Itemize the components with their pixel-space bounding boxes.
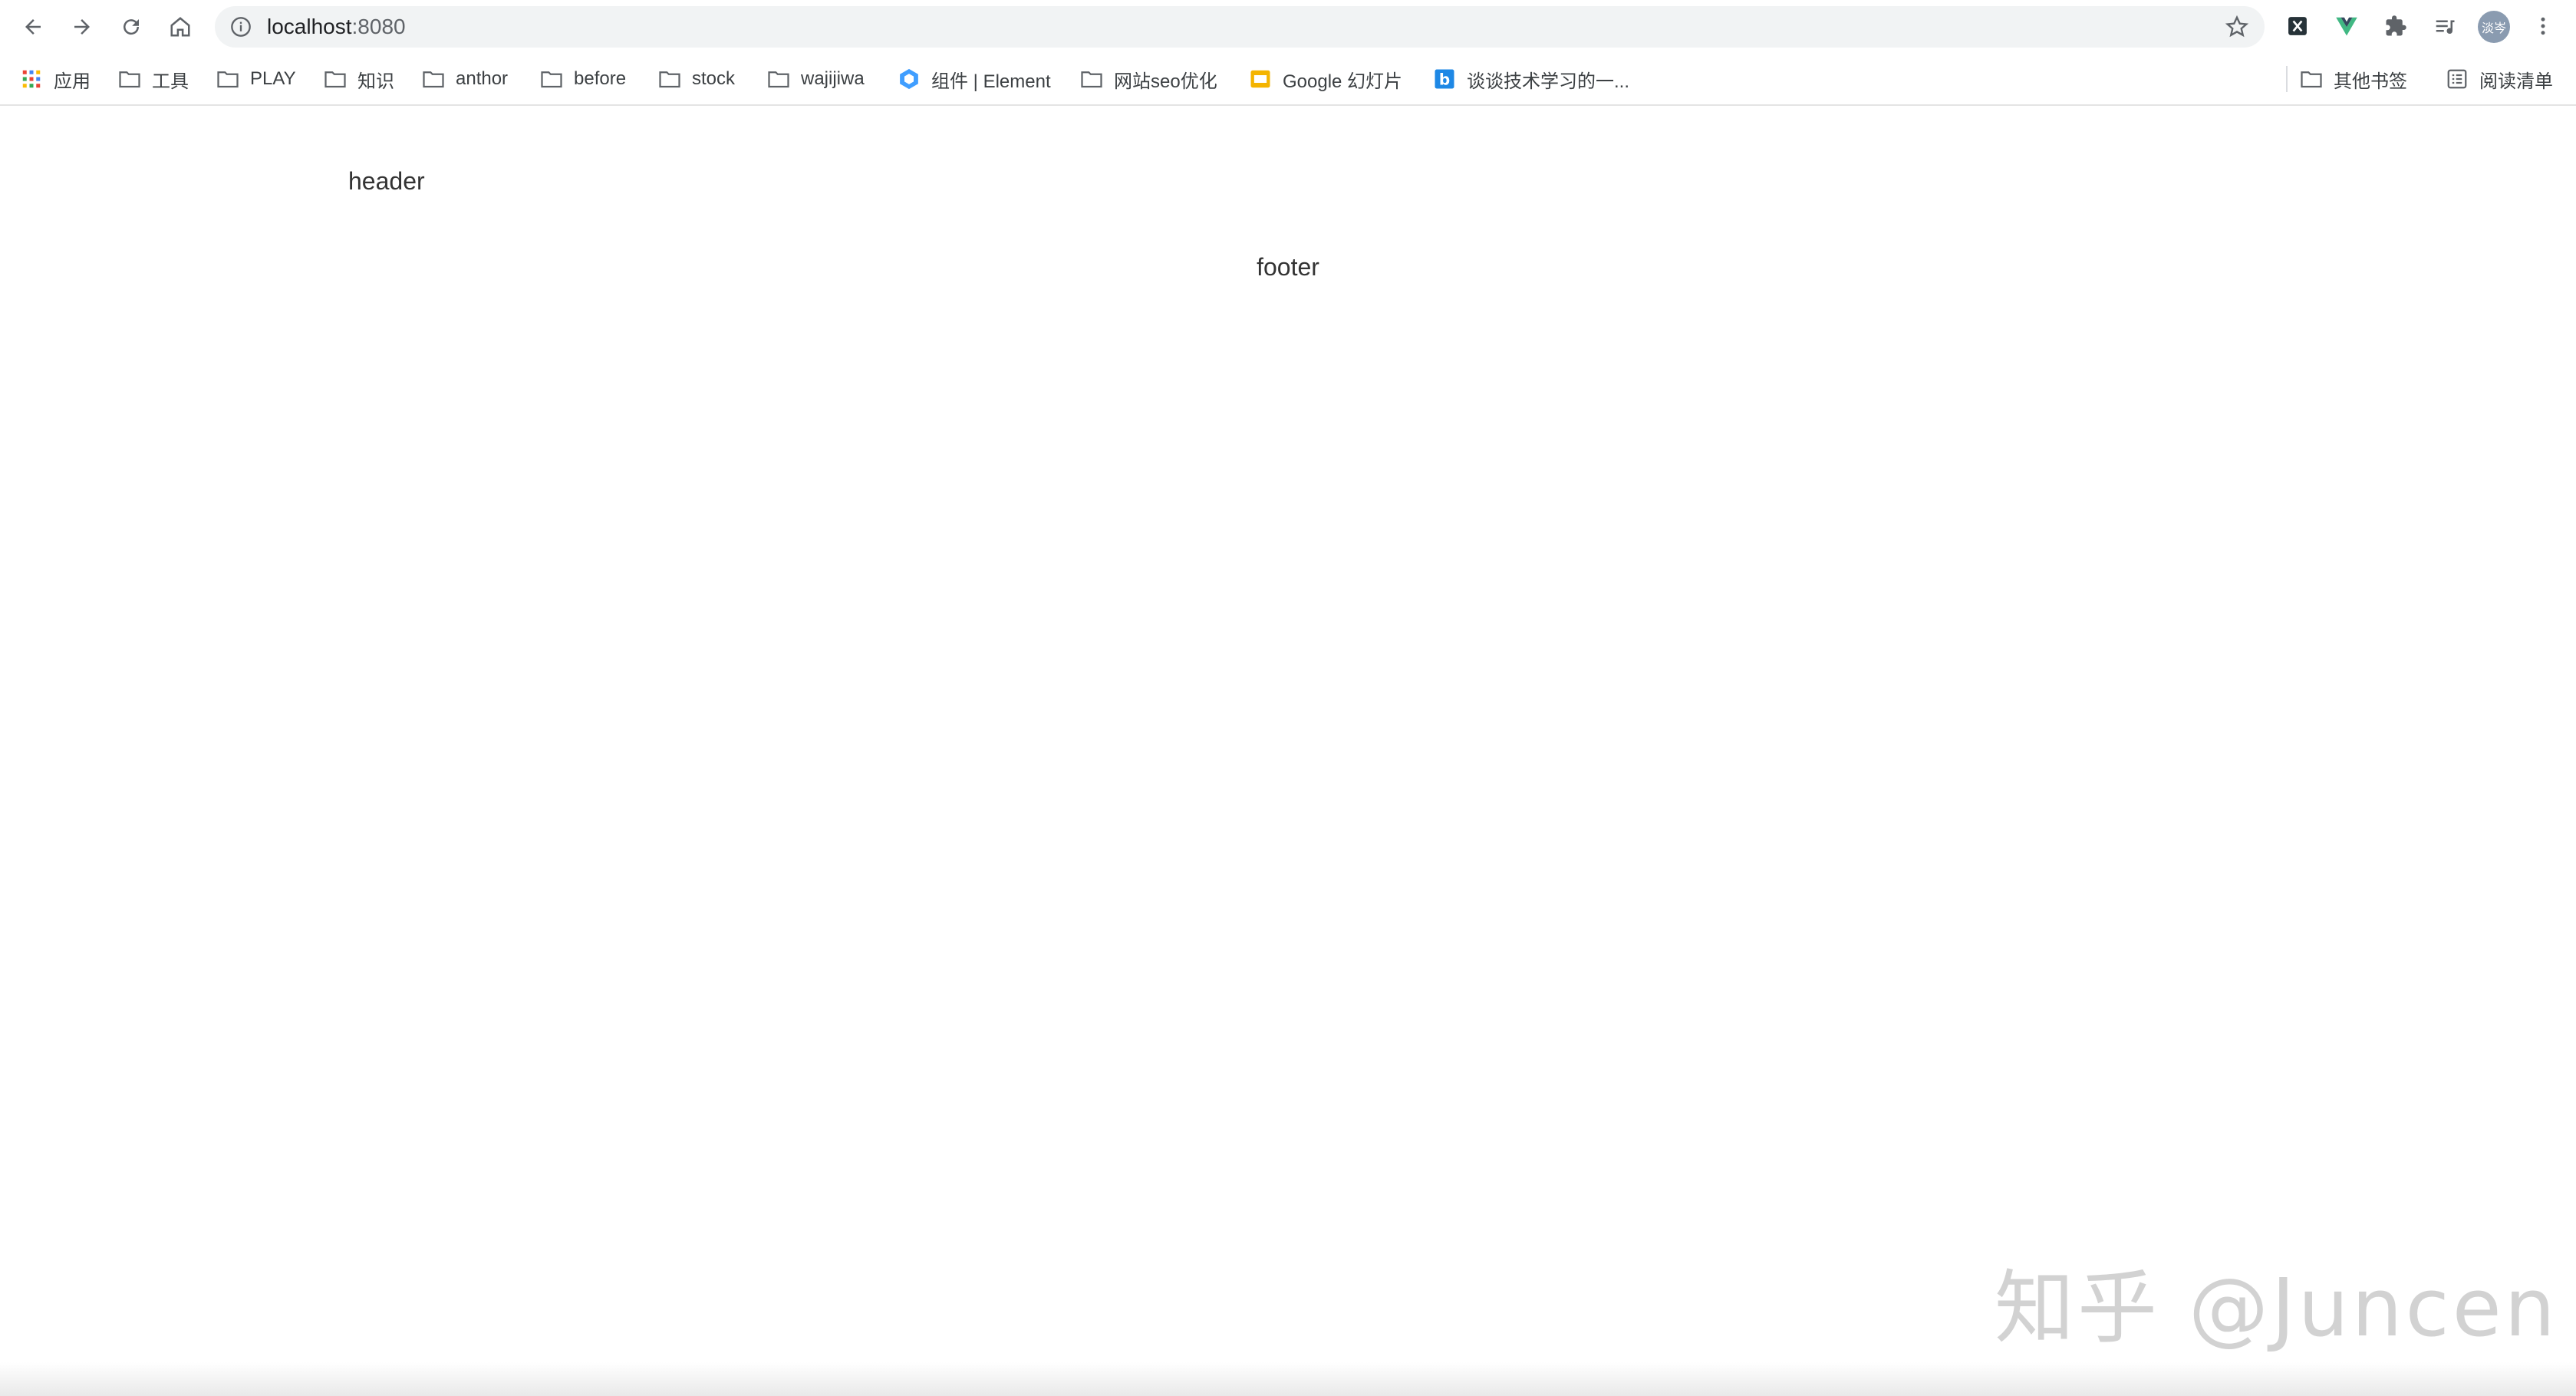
url-host: localhost — [267, 15, 352, 38]
bookmark-google-slides[interactable]: Google 幻灯片 — [1249, 64, 1402, 94]
bookmark-apps[interactable]: 应用 — [20, 64, 91, 94]
bookmark-blog[interactable]: b 谈谈技术学习的一... — [1433, 64, 1629, 94]
bookmark-label: 知识 — [357, 71, 394, 92]
url-port: :8080 — [351, 15, 406, 38]
zhihu-watermark: 知乎 @Juncen — [1995, 1261, 2558, 1355]
bookmark-folder-stock[interactable]: stock — [658, 64, 735, 94]
puzzle-icon — [2386, 15, 2406, 36]
extensions-button[interactable] — [2383, 13, 2409, 39]
bookmark-other-bookmarks[interactable]: 其他书签 — [2300, 64, 2407, 94]
folder-icon — [768, 71, 789, 88]
vue-logo-icon — [2336, 17, 2357, 36]
bookmark-label: 网站seo优化 — [1114, 71, 1217, 92]
reading-list-button[interactable]: 阅读清单 — [2446, 64, 2553, 94]
url-text: localhost:8080 — [267, 16, 406, 38]
bookmark-label: 应用 — [54, 71, 91, 92]
browser-menu-button[interactable] — [2530, 13, 2556, 39]
window-bottom-edge — [0, 1362, 2576, 1396]
page-footer: footer — [1257, 253, 1319, 281]
element-logo-icon — [900, 68, 918, 90]
forward-button[interactable] — [64, 8, 100, 45]
profile-avatar[interactable]: 淡岑 — [2478, 11, 2510, 43]
bookmark-label: 其他书签 — [2334, 71, 2407, 92]
folder-icon — [119, 71, 140, 88]
page-header: header — [348, 167, 425, 195]
bookmark-star-icon[interactable] — [2225, 15, 2249, 39]
bookmark-label: before — [574, 68, 627, 89]
bookmark-folder-before[interactable]: before — [540, 64, 626, 94]
folder-icon — [541, 71, 562, 88]
media-control-button[interactable] — [2432, 13, 2458, 39]
blog-b-icon: b — [1435, 69, 1454, 89]
bookmark-label: 谈谈技术学习的一... — [1467, 71, 1630, 92]
playlist-icon — [2436, 20, 2455, 35]
more-vert-icon — [2541, 17, 2545, 35]
extension-x-icon — [2288, 17, 2307, 35]
info-icon[interactable] — [230, 16, 252, 38]
bookmark-element[interactable]: 组件 | Element — [898, 64, 1051, 94]
folder-icon — [659, 71, 680, 88]
bookmark-label: wajijiwa — [801, 68, 865, 89]
bookmark-label: stock — [692, 68, 736, 89]
bookmark-folder-play[interactable]: PLAY — [216, 64, 296, 94]
browser-toolbar: localhost:8080 淡岑 — [0, 0, 2576, 54]
bookmarks-bar: 应用 工具 PLAY 知识 anthor before stock wajiji… — [0, 54, 2576, 106]
bookmark-folder-tools[interactable]: 工具 — [118, 64, 189, 94]
bookmark-folder-anthor[interactable]: anthor — [422, 64, 508, 94]
bookmarks-divider — [2286, 66, 2288, 92]
vue-devtools-button[interactable] — [2334, 13, 2360, 39]
svg-text:b: b — [1439, 71, 1450, 89]
arrow-right-icon — [74, 19, 90, 35]
bookmark-label: Google 幻灯片 — [1283, 71, 1403, 92]
bookmark-label: anthor — [456, 68, 509, 89]
reload-icon — [124, 19, 140, 35]
bookmark-label: 阅读清单 — [2479, 71, 2553, 92]
folder-icon — [2301, 71, 2322, 88]
folder-icon — [324, 71, 346, 88]
google-slides-icon — [1250, 70, 1270, 88]
reading-list-icon — [2447, 69, 2467, 89]
bookmark-folder-knowledge[interactable]: 知识 — [324, 64, 394, 94]
extension-x-button[interactable] — [2284, 13, 2311, 39]
bookmark-label: 组件 | Element — [931, 71, 1051, 92]
bookmark-folder-seo[interactable]: 网站seo优化 — [1080, 64, 1217, 94]
folder-icon — [423, 71, 444, 88]
bookmark-label: PLAY — [250, 68, 296, 89]
address-bar[interactable]: localhost:8080 — [215, 6, 2265, 48]
home-button[interactable] — [162, 8, 199, 45]
back-button[interactable] — [15, 8, 51, 45]
folder-icon — [217, 71, 239, 88]
reload-button[interactable] — [113, 8, 150, 45]
arrow-left-icon — [25, 19, 41, 35]
bookmark-folder-wajijiwa[interactable]: wajijiwa — [767, 64, 865, 94]
home-icon — [170, 17, 190, 37]
profile-initials: 淡岑 — [2481, 22, 2506, 35]
bookmark-label: 工具 — [152, 71, 189, 92]
apps-grid-icon — [22, 70, 41, 88]
folder-icon — [1081, 71, 1102, 88]
